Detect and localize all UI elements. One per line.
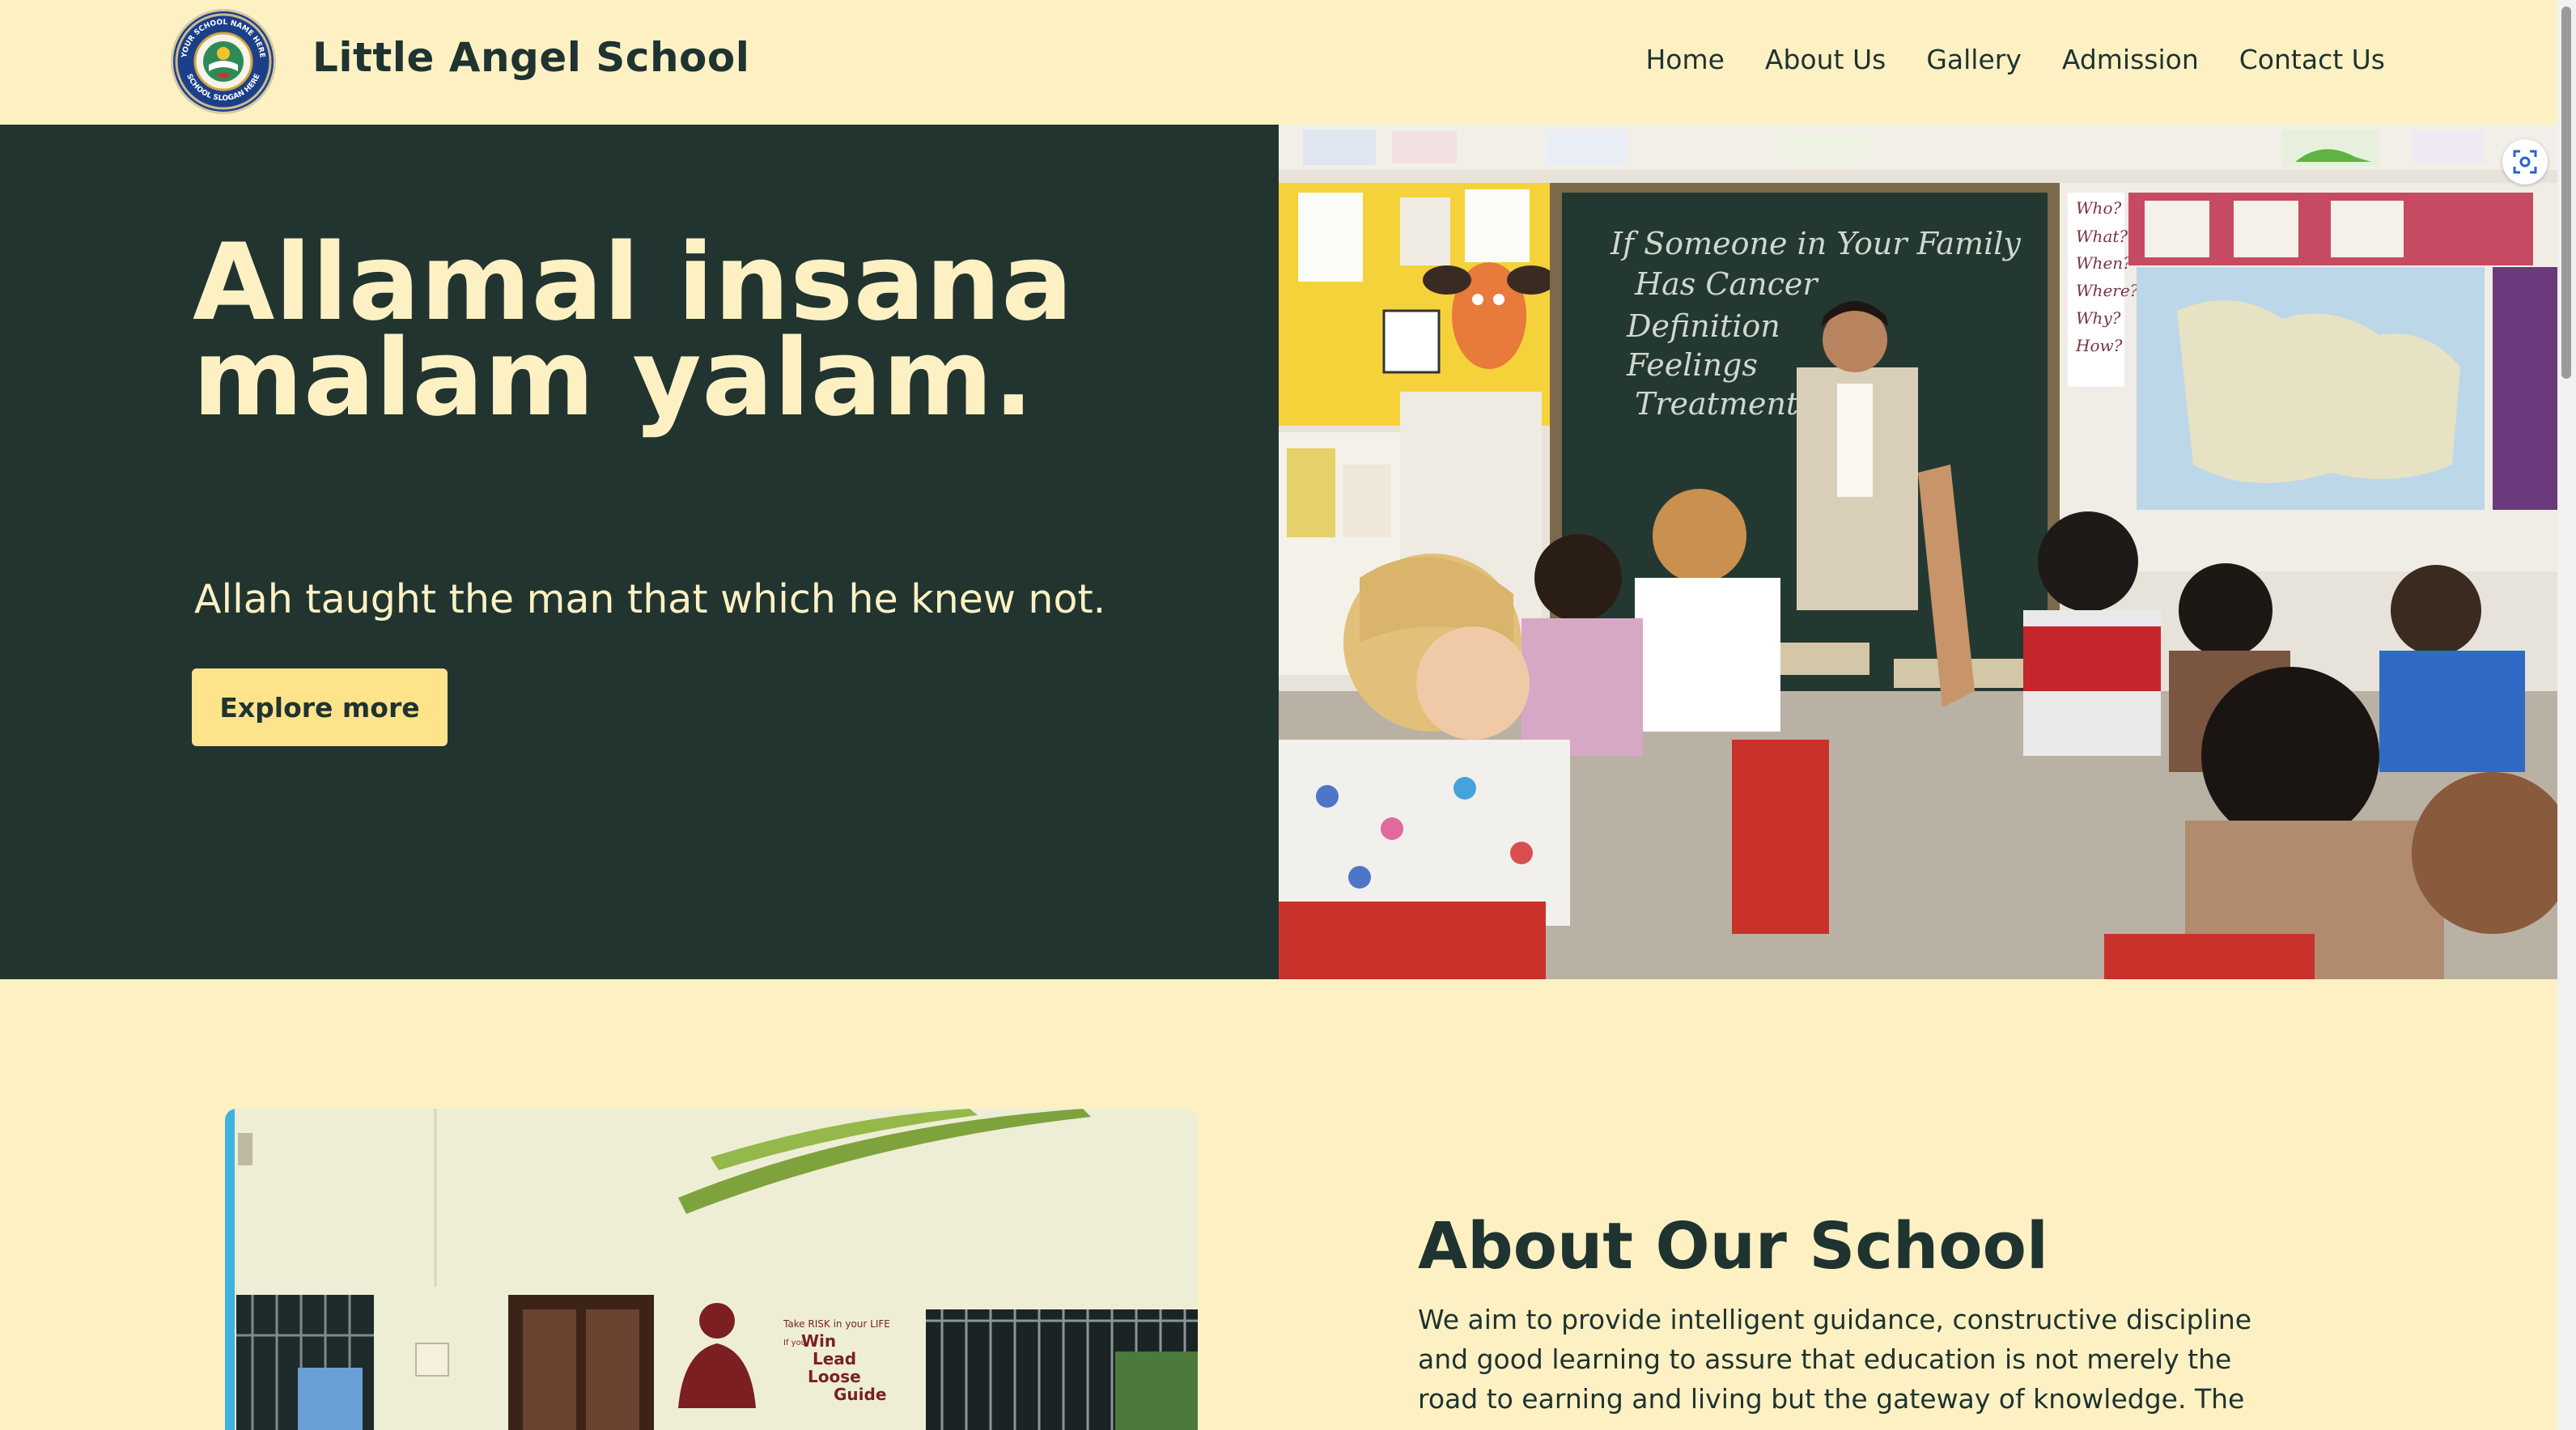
chalkboard-line-5: Treatment [1635, 386, 1799, 422]
scrollbar-thumb[interactable] [2561, 6, 2571, 379]
question-where: Where? [2076, 281, 2139, 300]
question-when: When? [2076, 253, 2132, 273]
about-title: About Our School [1418, 1209, 2048, 1284]
about-description: We aim to provide intelligent guidance, … [1418, 1304, 2252, 1415]
wall-text-win: Win [801, 1331, 836, 1351]
chalkboard-line-1: If Someone in Your Family [1610, 226, 2021, 261]
explore-more-button[interactable]: Explore more [192, 668, 448, 746]
chalkboard-line-4: Feelings [1626, 347, 1758, 383]
hero-classroom-image: If Someone in Your Family Has Cancer Def… [1279, 125, 2559, 979]
wall-text-lead: Lead [813, 1349, 856, 1368]
page-scrollbar[interactable] [2557, 0, 2576, 1430]
chalkboard-line-3: Definition [1626, 308, 1780, 344]
main-nav: Home About Us Gallery Admission Contact … [1645, 44, 2385, 75]
school-building-illustration: Take RISK in your LIFE If you Win Lead L… [225, 1109, 1198, 1430]
lens-glyph-icon [2513, 150, 2537, 174]
hero-title: Allamal insana malam yalam. [193, 229, 1073, 439]
site-header: YOUR SCHOOL NAME HERE SCHOOL SLOGAN HERE… [0, 0, 2557, 125]
question-who: Who? [2076, 198, 2121, 218]
question-what: What? [2076, 227, 2128, 246]
nav-contact-us[interactable]: Contact Us [2239, 44, 2385, 75]
nav-home[interactable]: Home [1645, 44, 1724, 75]
logo-emblem: YOUR SCHOOL NAME HERE SCHOOL SLOGAN HERE [175, 13, 272, 110]
question-how: How? [2075, 336, 2123, 355]
nav-gallery[interactable]: Gallery [1926, 44, 2022, 75]
hero-title-line-2: malam yalam. [193, 316, 1034, 439]
nav-about-us[interactable]: About Us [1765, 44, 1886, 75]
about-school-image: Take RISK in your LIFE If you Win Lead L… [225, 1109, 1198, 1430]
wall-text-line-1: Take RISK in your LIFE [783, 1318, 890, 1330]
site-brand-name[interactable]: Little Angel School [312, 34, 749, 81]
wall-text-guide: Guide [834, 1385, 886, 1404]
classroom-illustration: If Someone in Your Family Has Cancer Def… [1279, 125, 2559, 979]
wall-text-loose: Loose [808, 1367, 861, 1386]
chalkboard-line-2: Has Cancer [1634, 266, 1819, 302]
nav-admission[interactable]: Admission [2062, 44, 2199, 75]
hero-subtitle: Allah taught the man that which he knew … [194, 576, 1106, 622]
question-why: Why? [2076, 308, 2121, 328]
image-search-icon[interactable] [2502, 139, 2548, 185]
school-logo[interactable]: YOUR SCHOOL NAME HERE SCHOOL SLOGAN HERE [173, 11, 274, 112]
